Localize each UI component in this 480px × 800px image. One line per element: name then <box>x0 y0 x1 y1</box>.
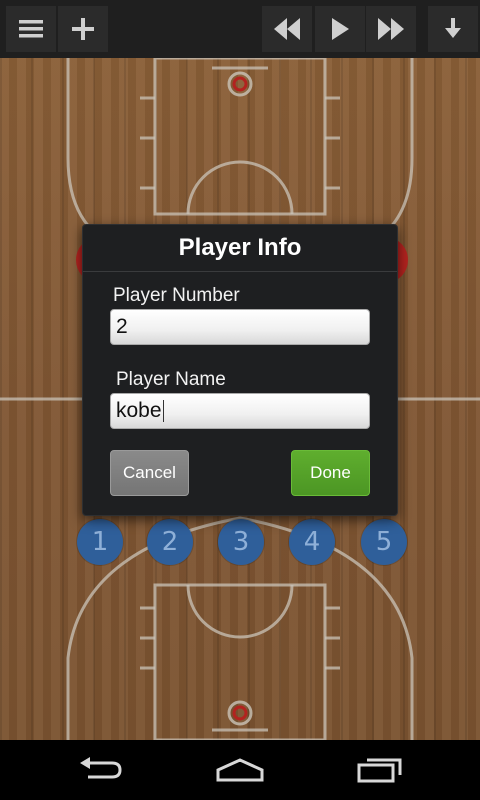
player-name-label: Player Name <box>116 369 226 390</box>
player-chip-label: 3 <box>232 527 250 557</box>
player-name-value: kobe <box>116 399 162 422</box>
player-chip-label: 2 <box>161 527 179 557</box>
home-button[interactable] <box>210 752 270 788</box>
back-button[interactable] <box>70 752 130 788</box>
play-icon <box>332 18 349 40</box>
player-chip-label: 4 <box>303 527 321 557</box>
text-cursor <box>162 400 164 422</box>
download-icon <box>445 18 461 38</box>
player-chip-4[interactable]: 4 <box>289 519 335 565</box>
play-button[interactable] <box>315 6 365 52</box>
toolbar <box>0 0 480 59</box>
dialog-divider <box>83 271 397 272</box>
download-button[interactable] <box>428 6 478 52</box>
home-icon <box>216 758 264 782</box>
player-chip-1[interactable]: 1 <box>77 519 123 565</box>
player-chip-3[interactable]: 3 <box>218 519 264 565</box>
player-name-input[interactable]: kobe <box>110 393 370 429</box>
add-button[interactable] <box>58 6 108 52</box>
player-info-dialog: Player Info Player Number 2 Player Name … <box>82 224 398 516</box>
player-number-value: 2 <box>116 315 128 338</box>
player-number-input[interactable]: 2 <box>110 309 370 345</box>
player-chip-2[interactable]: 2 <box>147 519 193 565</box>
rewind-icon <box>274 18 300 40</box>
top-hoop <box>227 71 253 97</box>
player-chip-label: 5 <box>375 527 393 557</box>
menu-icon <box>19 20 43 38</box>
player-chip-label: 1 <box>91 527 109 557</box>
menu-button[interactable] <box>6 6 56 52</box>
player-chip-5[interactable]: 5 <box>361 519 407 565</box>
dialog-title: Player Info <box>178 234 302 261</box>
fast-forward-icon <box>378 18 404 40</box>
back-icon <box>80 757 122 779</box>
recent-apps-icon <box>357 758 402 783</box>
cancel-button[interactable]: Cancel <box>110 450 189 496</box>
done-button[interactable]: Done <box>291 450 370 496</box>
recent-apps-button[interactable] <box>350 752 410 788</box>
fast-forward-button[interactable] <box>366 6 416 52</box>
add-icon <box>72 18 94 40</box>
bottom-hoop <box>227 700 253 726</box>
system-nav-bar <box>0 740 480 800</box>
player-number-label: Player Number <box>113 285 240 306</box>
rewind-button[interactable] <box>262 6 312 52</box>
